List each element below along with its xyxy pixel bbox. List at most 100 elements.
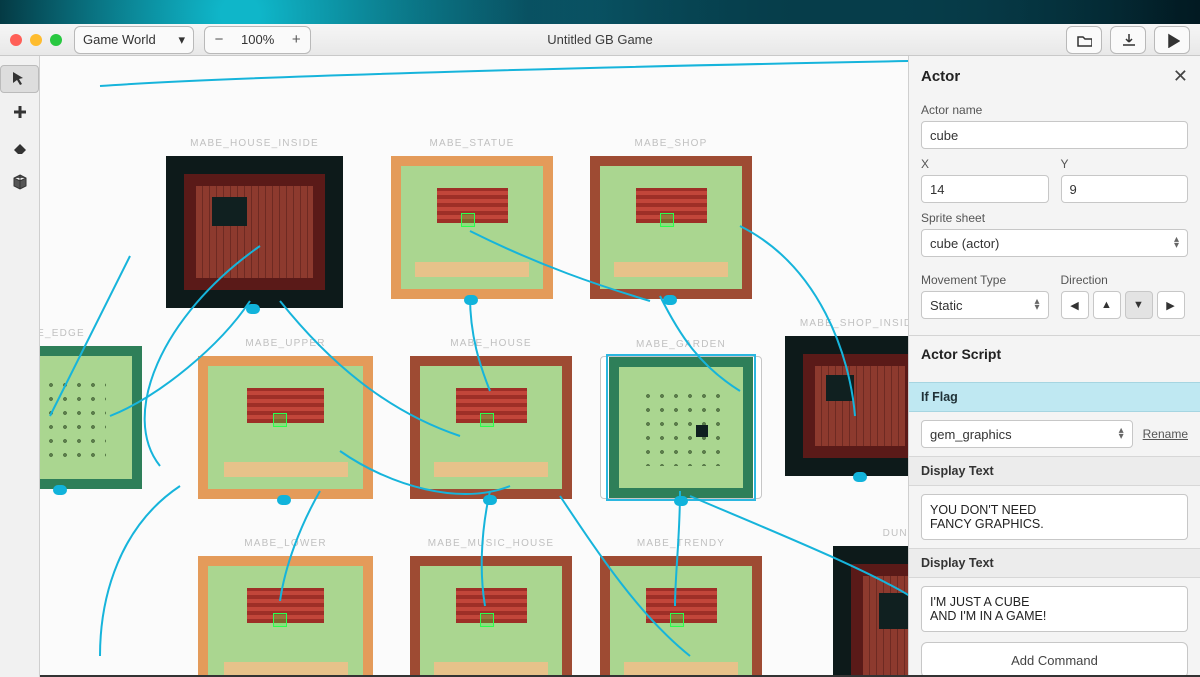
scene-dungeon_m[interactable]: DUNGEON_M — [833, 546, 908, 675]
connection-node[interactable] — [853, 472, 867, 482]
flag-select[interactable]: gem_graphics ▴▾ — [921, 420, 1133, 448]
scene-label: MABE_SHOP_INSIDE — [785, 318, 908, 329]
scene-thumbnail — [785, 336, 908, 476]
direction-up-button[interactable]: ▲ — [1093, 291, 1121, 319]
if-flag-header[interactable]: If Flag — [909, 382, 1200, 412]
scene-thumbnail — [40, 346, 142, 489]
scene-mabe_house_inside[interactable]: MABE_HOUSE_INSIDE — [166, 156, 343, 308]
sprite-label: Sprite sheet — [921, 211, 1188, 225]
left-toolbar — [0, 56, 40, 677]
zoom-window-icon[interactable] — [50, 34, 62, 46]
erase-tool[interactable] — [4, 131, 36, 163]
close-inspector-button[interactable]: ✕ — [1173, 66, 1188, 87]
scene-thumbnail — [833, 546, 908, 675]
scene-thumbnail — [198, 356, 373, 499]
connection-node[interactable] — [663, 295, 677, 305]
connection-node[interactable] — [53, 485, 67, 495]
world-canvas[interactable]: MABE_HOUSE_INSIDE MABE_STATUE MABE_SHOP E_E… — [40, 56, 908, 675]
zoom-out-button[interactable]: − — [205, 27, 233, 53]
add-tool[interactable] — [4, 96, 36, 128]
scene-mabe_lower[interactable]: MABE_LOWER — [198, 556, 373, 675]
connection-node[interactable] — [464, 295, 478, 305]
window-controls — [10, 34, 62, 46]
close-window-icon[interactable] — [10, 34, 22, 46]
direction-right-button[interactable]: ▶ — [1157, 291, 1185, 319]
zoom-control: − 100% + — [204, 26, 311, 54]
cursor-icon — [9, 70, 27, 88]
scene-thumbnail — [198, 556, 373, 675]
movement-select[interactable]: Static ▴▾ — [921, 291, 1049, 319]
scene-selector-label: Game World — [83, 32, 156, 47]
scene-label: MABE_STATUE — [391, 138, 553, 149]
scene-label: MABE_SHOP — [590, 138, 752, 149]
y-input[interactable] — [1061, 175, 1189, 203]
play-icon — [1164, 32, 1180, 48]
window-title: Untitled GB Game — [547, 32, 653, 47]
sprite-select[interactable]: cube (actor) ▴▾ — [921, 229, 1188, 257]
minimize-window-icon[interactable] — [30, 34, 42, 46]
direction-label: Direction — [1061, 273, 1189, 287]
display-text-header-1[interactable]: Display Text — [909, 456, 1200, 486]
scene-label: MABE_UPPER — [198, 338, 373, 349]
movement-label: Movement Type — [921, 273, 1049, 287]
inspector-title: Actor — [921, 68, 960, 85]
scene-thumbnail — [410, 356, 572, 499]
display-text-header-2[interactable]: Display Text — [909, 548, 1200, 578]
scene-thumbnail — [600, 556, 762, 675]
connection-node[interactable] — [674, 496, 688, 506]
direction-down-button[interactable]: ▼ — [1125, 291, 1153, 319]
actor-script-title: Actor Script — [909, 335, 1200, 372]
scene-mabe_shop[interactable]: MABE_SHOP — [590, 156, 752, 299]
scene-label: MABE_TRENDY — [600, 538, 762, 549]
display-text-1[interactable]: YOU DON'T NEED FANCY GRAPHICS. — [921, 494, 1188, 540]
scene-thumbnail — [166, 156, 343, 308]
scene-label: MABE_GARDEN — [601, 339, 761, 350]
scene-mabe_house[interactable]: MABE_HOUSE — [410, 356, 572, 499]
add-command-button[interactable]: Add Command — [921, 642, 1188, 675]
updown-icon: ▴▾ — [1174, 237, 1179, 249]
scene-mabe_shop_inside[interactable]: MABE_SHOP_INSIDE — [785, 336, 908, 476]
desktop-background — [0, 0, 1200, 24]
scene-mabe_statue[interactable]: MABE_STATUE — [391, 156, 553, 299]
scene-thumbnail — [609, 357, 753, 498]
scene-label: MABE_HOUSE — [410, 338, 572, 349]
scene-label: MABE_LOWER — [198, 538, 373, 549]
scene-mabe_garden[interactable]: MABE_GARDEN — [600, 356, 762, 499]
scene-label: DUNGEON_M — [833, 528, 908, 539]
rename-flag-link[interactable]: Rename — [1143, 427, 1188, 441]
actor-name-input[interactable] — [921, 121, 1188, 149]
scene-label: MABE_MUSIC_HOUSE — [410, 538, 572, 549]
scene-label: MABE_HOUSE_INSIDE — [166, 138, 343, 149]
folder-icon — [1076, 32, 1092, 48]
cube-tool[interactable] — [4, 166, 36, 198]
scene-mabe_upper[interactable]: MABE_UPPER — [198, 356, 373, 499]
x-input[interactable] — [921, 175, 1049, 203]
connection-node[interactable] — [246, 304, 260, 314]
direction-left-button[interactable]: ◀ — [1061, 291, 1089, 319]
scene-label: E_EDGE — [40, 328, 142, 339]
flag-value: gem_graphics — [930, 427, 1012, 442]
cube-icon — [11, 173, 29, 191]
scene-mabe_music_house[interactable]: MABE_MUSIC_HOUSE — [410, 556, 572, 675]
movement-value: Static — [930, 298, 963, 313]
scene-thumbnail — [410, 556, 572, 675]
export-button[interactable] — [1110, 26, 1146, 54]
zoom-level: 100% — [233, 32, 282, 47]
updown-icon: ▴▾ — [1119, 428, 1124, 440]
scene-mabe_trendy[interactable]: MABE_TRENDY — [600, 556, 762, 675]
direction-buttons: ◀ ▲ ▼ ▶ — [1061, 291, 1189, 319]
sprite-value: cube (actor) — [930, 236, 999, 251]
scene-thumbnail — [590, 156, 752, 299]
scene-selector[interactable]: Game World ▾ — [74, 26, 194, 54]
connection-node[interactable] — [277, 495, 291, 505]
actor-name-label: Actor name — [921, 103, 1188, 117]
scene-mabe_edge[interactable]: E_EDGE — [40, 346, 142, 489]
plus-icon — [11, 103, 29, 121]
play-button[interactable] — [1154, 26, 1190, 54]
select-tool[interactable] — [0, 65, 39, 93]
display-text-2[interactable]: I'M JUST A CUBE AND I'M IN A GAME! — [921, 586, 1188, 632]
zoom-in-button[interactable]: + — [282, 27, 310, 53]
connection-node[interactable] — [483, 495, 497, 505]
folder-button[interactable] — [1066, 26, 1102, 54]
script-block-if-flag: If Flag gem_graphics ▴▾ Rename Display T… — [909, 382, 1200, 675]
